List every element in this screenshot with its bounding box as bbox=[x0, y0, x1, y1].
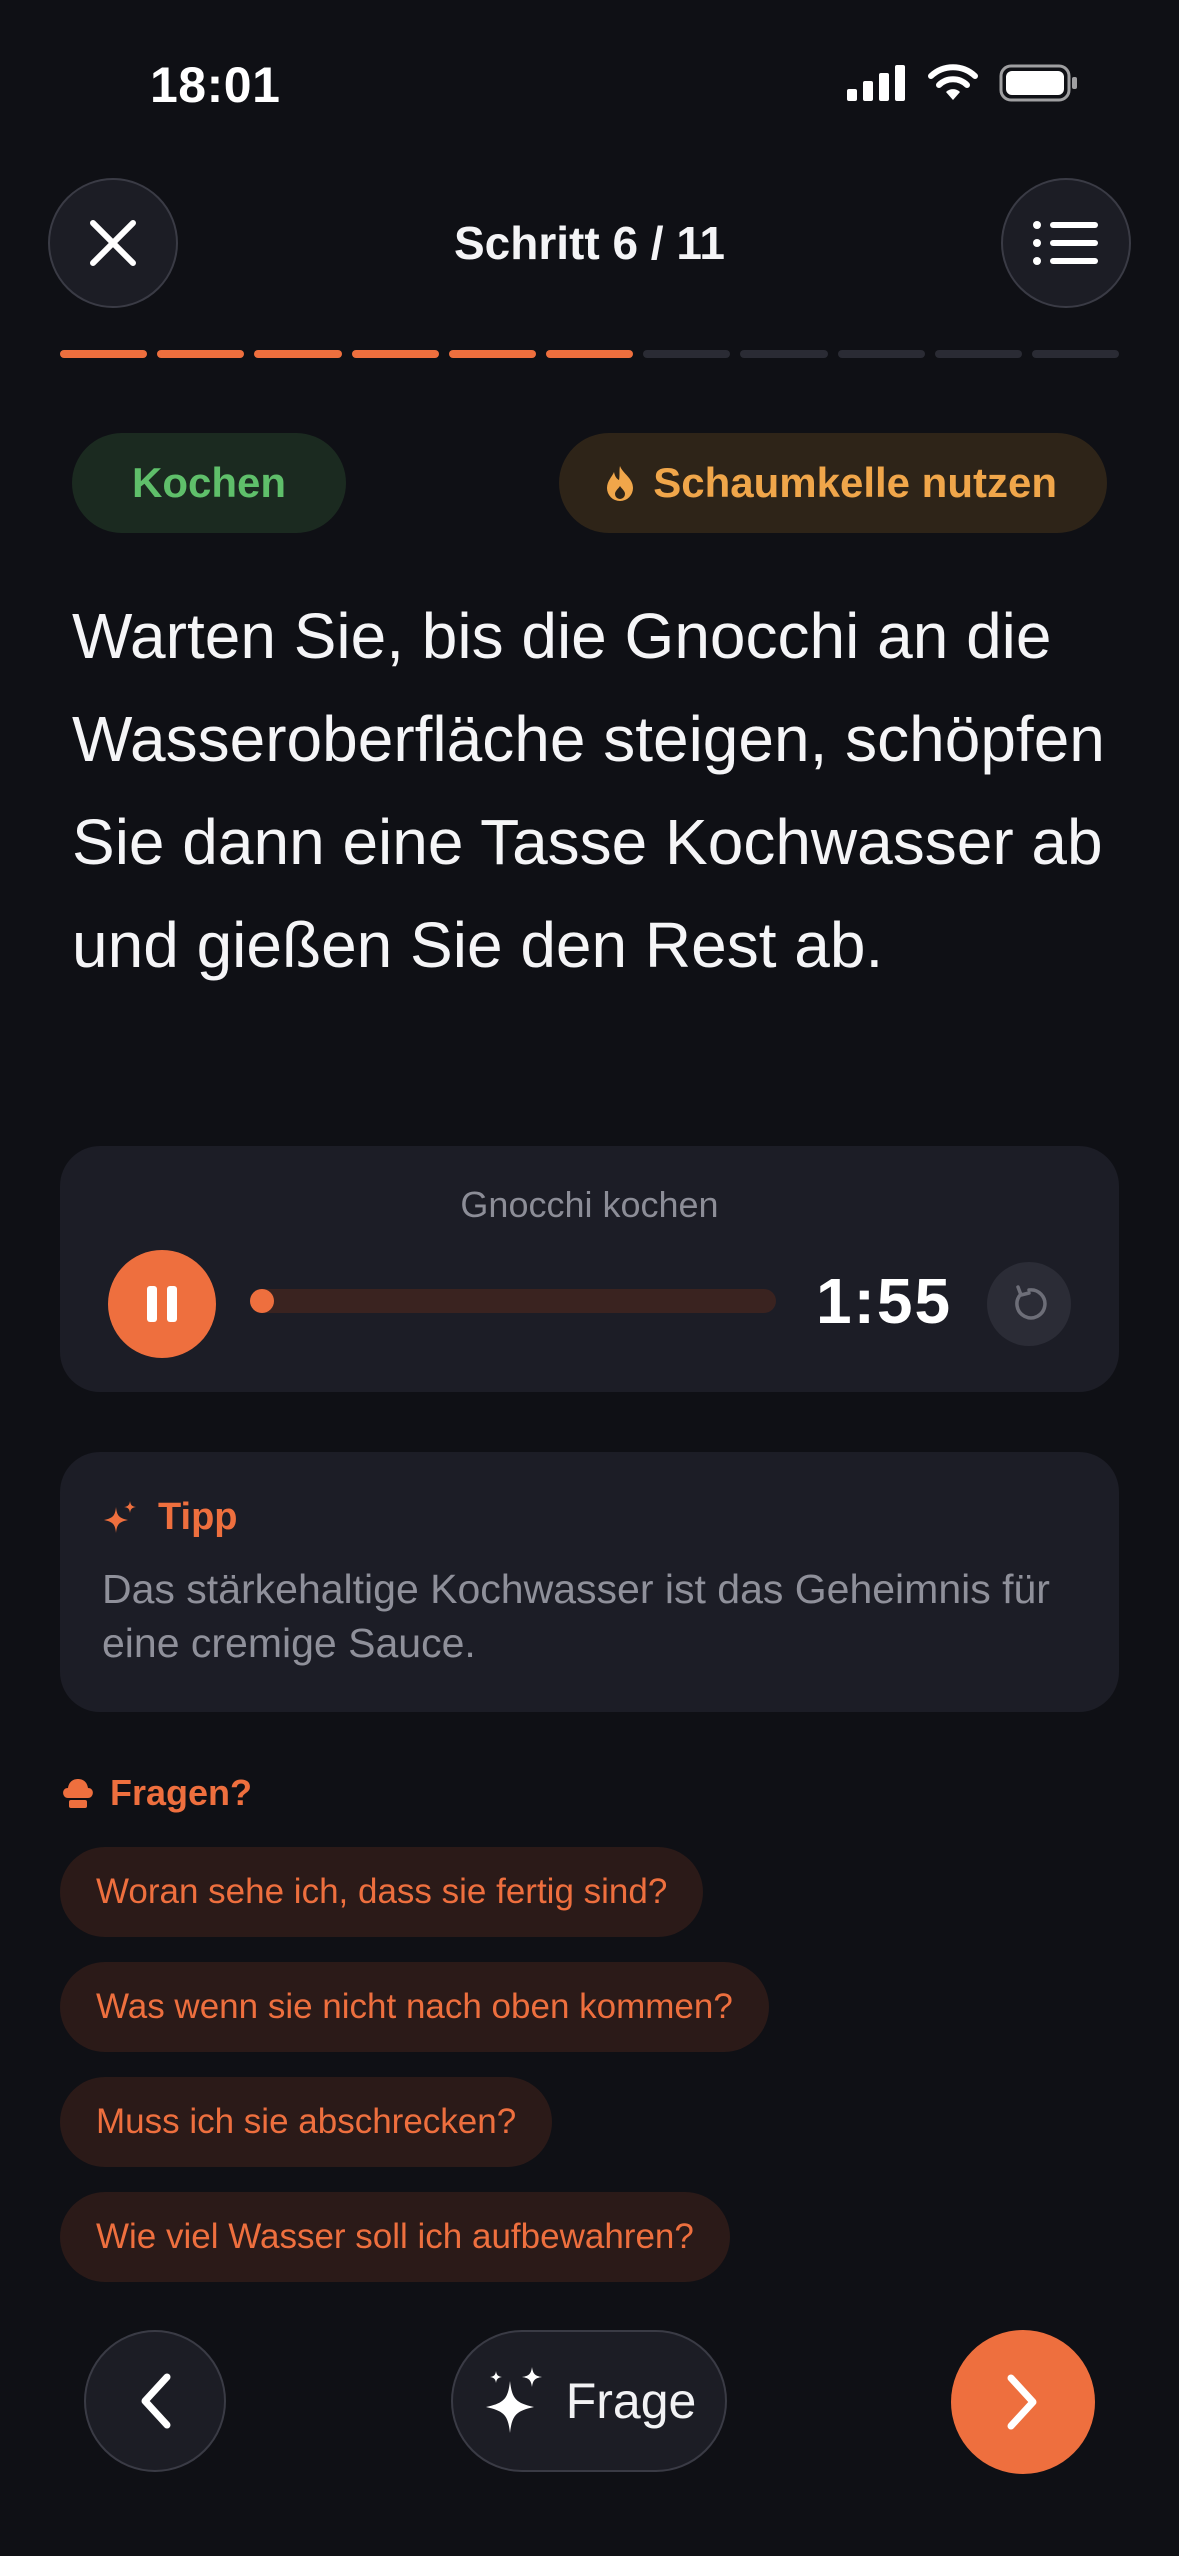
questions-header: Fragen? bbox=[60, 1772, 252, 1814]
question-chip[interactable]: Woran sehe ich, dass sie fertig sind? bbox=[60, 1847, 704, 1937]
tip-title: Tipp bbox=[158, 1496, 238, 1538]
question-chip[interactable]: Wie viel Wasser soll ich aufbewahren? bbox=[60, 2192, 730, 2282]
flame-icon bbox=[607, 466, 634, 501]
chevron-left-icon bbox=[141, 2373, 171, 2429]
progress-segment bbox=[448, 350, 536, 358]
question-chip[interactable]: Was wenn sie nicht nach oben kommen? bbox=[60, 1962, 769, 2052]
status-icons bbox=[847, 64, 1079, 102]
sparkle-icon bbox=[104, 1500, 136, 1533]
timer-progress-track bbox=[250, 1289, 776, 1313]
pause-button[interactable] bbox=[108, 1250, 216, 1358]
ask-question-button[interactable]: Frage bbox=[451, 2330, 727, 2472]
progress-segment bbox=[740, 350, 828, 358]
chevron-right-icon bbox=[1007, 2374, 1037, 2430]
timer-label: Gnocchi kochen bbox=[460, 1184, 719, 1225]
category-chip: Kochen bbox=[72, 433, 346, 533]
reset-icon bbox=[1015, 1285, 1047, 1320]
progress-segment bbox=[60, 350, 148, 358]
tip-text: Das stärkehaltige Kochwasser ist das Geh… bbox=[102, 1566, 1050, 1666]
chef-hat-icon bbox=[63, 1779, 93, 1808]
cooking-step-screen: 18:01 Schritt 6 / 11 Kochen Schaumkelle … bbox=[0, 0, 1179, 2556]
progress-segment bbox=[254, 350, 342, 358]
ask-question-label: Frage bbox=[565, 2373, 697, 2429]
timer-remaining: 1:55 bbox=[816, 1265, 953, 1337]
progress-segment bbox=[934, 350, 1022, 358]
progress-segment bbox=[837, 350, 925, 358]
progress-segment bbox=[351, 350, 439, 358]
wifi-icon bbox=[928, 64, 978, 100]
progress-segment bbox=[545, 350, 634, 358]
timer-card: Gnocchi kochen 1:55 bbox=[60, 1146, 1119, 1392]
sparkle-icon bbox=[485, 2367, 542, 2433]
tip-card: Tipp Das stärkehaltige Kochwasser ist da… bbox=[60, 1452, 1119, 1712]
category-label: Kochen bbox=[131, 459, 286, 506]
reset-timer-button[interactable] bbox=[987, 1262, 1071, 1346]
steps-list-button[interactable] bbox=[1001, 178, 1131, 308]
pause-icon bbox=[147, 1286, 177, 1322]
progress-segment bbox=[643, 350, 731, 358]
tool-label: Schaumkelle nutzen bbox=[653, 459, 1057, 506]
step-instruction: Warten Sie, bis die Gnocchi an die Wasse… bbox=[72, 600, 1105, 981]
next-step-button[interactable] bbox=[951, 2330, 1095, 2474]
tool-chip: Schaumkelle nutzen bbox=[559, 433, 1107, 533]
questions-title: Fragen? bbox=[110, 1772, 253, 1813]
signal-icon bbox=[847, 65, 905, 101]
progress-segment bbox=[157, 350, 245, 358]
status-time: 18:01 bbox=[150, 57, 281, 113]
battery-icon bbox=[999, 64, 1077, 102]
previous-step-button[interactable] bbox=[84, 2330, 226, 2472]
step-progress bbox=[60, 350, 1120, 358]
timer-progress-fill bbox=[250, 1289, 274, 1313]
list-icon bbox=[1033, 221, 1098, 265]
tip-header: Tipp bbox=[102, 1496, 238, 1539]
question-chip[interactable]: Muss ich sie abschrecken? bbox=[60, 2077, 553, 2167]
progress-segment bbox=[1031, 350, 1120, 358]
